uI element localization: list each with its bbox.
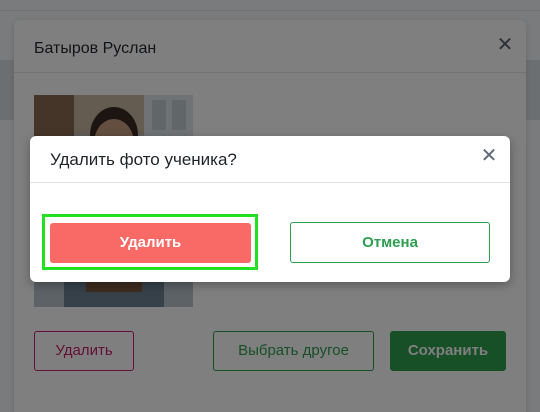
confirm-delete-dialog: Удалить фото ученика? ✕ Удалить Отмена <box>30 136 510 282</box>
close-icon[interactable]: ✕ <box>480 146 498 166</box>
confirm-delete-button[interactable]: Удалить <box>50 223 251 263</box>
cancel-button[interactable]: Отмена <box>290 222 490 263</box>
confirm-dialog-header: Удалить фото ученика? ✕ <box>30 136 510 183</box>
confirm-dialog-title: Удалить фото ученика? <box>50 150 237 169</box>
